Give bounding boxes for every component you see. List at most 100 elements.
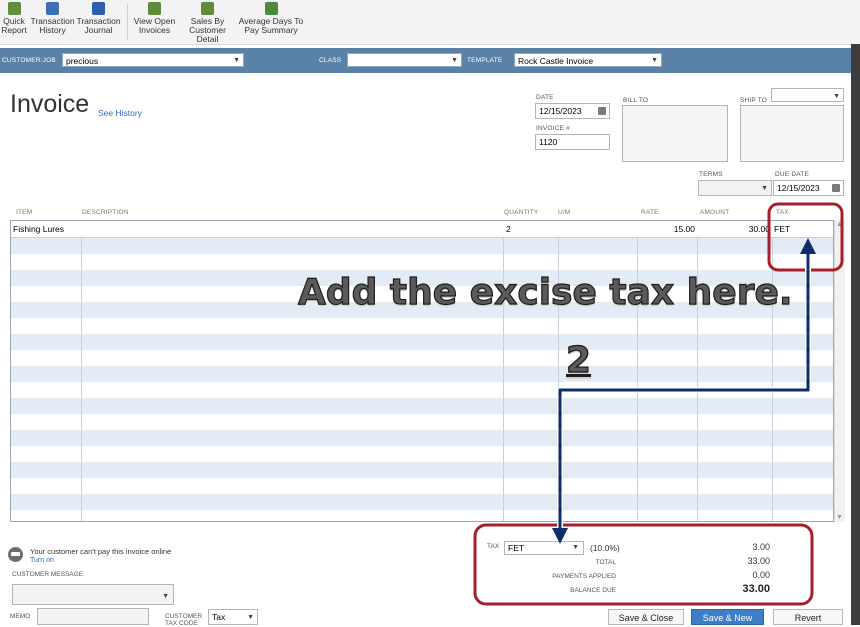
ship-to-label: SHIP TO — [740, 97, 768, 104]
chevron-down-icon: ▼ — [451, 57, 458, 64]
grid-scrollbar[interactable]: ▲ ▼ — [834, 220, 845, 522]
due-date-field[interactable]: 12/15/2023 — [773, 180, 844, 196]
tax-label: TAX — [487, 543, 500, 550]
chevron-down-icon: ▼ — [572, 544, 579, 551]
transaction-history-button[interactable]: Transaction History — [30, 2, 75, 35]
table-row[interactable] — [11, 334, 833, 350]
online-payment-message: Your customer can't pay this invoice onl… — [30, 547, 172, 556]
turn-on-link[interactable]: Turn on — [30, 557, 54, 564]
column-header-item[interactable]: ITEM — [16, 209, 32, 216]
customer-bar: CUSTOMER:JOB precious ▼ CLASS ▼ TEMPLATE… — [0, 48, 851, 73]
line-items-grid[interactable]: Fishing Lures 2 15.00 30.00 FET — [10, 220, 834, 522]
cell-rate[interactable]: 15.00 — [637, 222, 695, 236]
balance-due-label: BALANCE DUE — [570, 587, 616, 594]
table-row[interactable] — [11, 478, 833, 494]
grid-divider — [558, 221, 559, 521]
annotation-callout: Add the excise tax here. — [297, 271, 793, 313]
chevron-down-icon: ▼ — [651, 57, 658, 64]
scroll-up-icon[interactable]: ▲ — [836, 221, 843, 228]
transaction-journal-icon — [92, 2, 105, 15]
cell-item[interactable]: Fishing Lures — [13, 222, 64, 236]
card-payment-icon — [8, 547, 23, 562]
column-header-quantity[interactable]: QUANTITY — [504, 209, 538, 216]
cell-tax[interactable]: FET — [774, 222, 790, 236]
chevron-down-icon: ▼ — [761, 185, 768, 192]
tax-amount: 3.00 — [752, 542, 770, 552]
quick-report-icon — [7, 2, 21, 15]
customer-tax-code-select[interactable]: Tax ▼ — [208, 609, 258, 625]
table-row[interactable] — [11, 350, 833, 366]
column-header-amount[interactable]: AMOUNT — [700, 209, 729, 216]
table-row[interactable] — [11, 446, 833, 462]
column-header-description[interactable]: DESCRIPTION — [82, 209, 129, 216]
calendar-icon[interactable] — [832, 184, 840, 192]
column-header-um[interactable]: U/M — [558, 209, 571, 216]
tax-item-select[interactable]: FET ▼ — [504, 541, 584, 555]
cell-amount[interactable]: 30.00 — [697, 222, 770, 236]
chevron-down-icon: ▼ — [162, 593, 169, 600]
calendar-icon[interactable] — [598, 107, 606, 115]
quick-report-button[interactable]: Quick Report — [0, 2, 28, 35]
bill-to-label: BILL TO — [623, 97, 649, 104]
view-open-invoices-button[interactable]: View Open Invoices — [132, 2, 177, 35]
memo-label: MEMO — [10, 613, 31, 620]
column-header-rate[interactable]: RATE — [641, 209, 659, 216]
table-row[interactable] — [11, 366, 833, 382]
save-new-button[interactable]: Save & New — [691, 609, 764, 625]
grid-divider — [81, 221, 82, 521]
terms-label: TERMS — [699, 171, 723, 178]
chevron-down-icon: ▼ — [233, 57, 240, 64]
customer-job-label: CUSTOMER:JOB — [2, 57, 56, 64]
grid-divider — [503, 221, 504, 521]
due-date-label: DUE DATE — [775, 171, 809, 178]
class-select[interactable]: ▼ — [347, 53, 462, 67]
table-row[interactable] — [11, 382, 833, 398]
transaction-history-icon — [46, 2, 59, 15]
table-row[interactable] — [11, 238, 833, 254]
save-close-button[interactable]: Save & Close — [608, 609, 684, 625]
customer-message-select[interactable]: ▼ — [12, 584, 174, 605]
template-label: TEMPLATE — [467, 57, 503, 64]
table-row[interactable] — [11, 494, 833, 510]
table-row[interactable]: Fishing Lures 2 15.00 30.00 FET — [11, 221, 833, 238]
invoice-number-label: INVOICE # — [536, 125, 570, 132]
memo-field[interactable] — [37, 608, 149, 625]
table-row[interactable] — [11, 398, 833, 414]
chevron-down-icon: ▼ — [247, 614, 254, 621]
date-field[interactable]: 12/15/2023 — [535, 103, 610, 119]
tax-rate: (10.0%) — [590, 543, 620, 553]
grid-header: ITEM DESCRIPTION QUANTITY U/M RATE AMOUN… — [10, 207, 834, 220]
average-days-button[interactable]: Average Days To Pay Summary — [238, 2, 304, 35]
toolbar: Quick Report Transaction History Transac… — [0, 0, 860, 45]
sales-by-customer-button[interactable]: Sales By Customer Detail — [178, 2, 237, 44]
table-row[interactable] — [11, 510, 833, 521]
class-label: CLASS — [319, 57, 342, 64]
page-title: Invoice — [10, 90, 90, 118]
grid-divider — [637, 221, 638, 521]
grid-divider — [772, 221, 773, 521]
column-header-tax[interactable]: TAX — [776, 209, 789, 216]
bill-to-field[interactable] — [622, 105, 728, 162]
revert-button[interactable]: Revert — [773, 609, 843, 625]
template-select[interactable]: Rock Castle Invoice ▼ — [514, 53, 662, 67]
scroll-down-icon[interactable]: ▼ — [836, 514, 843, 521]
table-row[interactable] — [11, 254, 833, 270]
table-row[interactable] — [11, 430, 833, 446]
total-label: TOTAL — [595, 559, 616, 566]
ship-to-select[interactable]: ▼ — [771, 88, 844, 102]
cell-quantity[interactable]: 2 — [506, 222, 511, 236]
total-value: 33.00 — [747, 556, 770, 566]
date-label: DATE — [536, 94, 554, 101]
terms-select[interactable]: ▼ — [698, 180, 772, 196]
table-row[interactable] — [11, 414, 833, 430]
table-row[interactable] — [11, 318, 833, 334]
transaction-journal-button[interactable]: Transaction Journal — [76, 2, 121, 35]
ship-to-field[interactable] — [740, 105, 844, 162]
table-row[interactable] — [11, 462, 833, 478]
customer-job-select[interactable]: precious ▼ — [62, 53, 244, 67]
see-history-link[interactable]: See History — [98, 108, 142, 118]
invoice-number-field[interactable]: 1120 — [535, 134, 610, 150]
view-open-invoices-icon — [148, 2, 161, 15]
customer-message-label: CUSTOMER MESSAGE — [12, 571, 84, 578]
toolbar-separator — [127, 4, 128, 40]
